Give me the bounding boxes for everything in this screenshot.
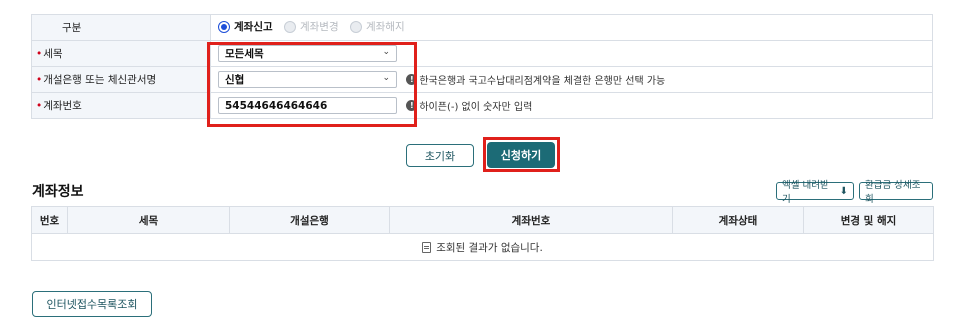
radio-unselected-icon <box>349 20 362 33</box>
column-header: 계좌번호 <box>389 206 673 234</box>
empty-row: 조회된 결과가 없습니다. <box>31 233 934 261</box>
excel-download-button[interactable]: 엑셀 내려받기 ⬇ <box>776 180 854 205</box>
account-label: 계좌번호 <box>43 100 82 112</box>
empty-message: 조회된 결과가 없습니다. <box>436 241 543 254</box>
account-header: •계좌번호 <box>31 92 211 119</box>
type-row: 구분 계좌신고 계좌변경 계좌해지 <box>31 14 933 41</box>
bank-label: 개설은행 또는 체신관서명 <box>43 74 157 86</box>
type-label: 구분 <box>31 14 211 41</box>
account-info-text: 하이픈(-) 없이 숫자만 입력 <box>419 102 533 113</box>
account-info-note: ! 하이픈(-) 없이 숫자만 입력 <box>406 98 532 113</box>
radio-account-cancel[interactable]: 계좌해지 <box>349 19 405 34</box>
refund-detail-button[interactable]: 환급금 상세조회 <box>859 180 933 205</box>
account-row: •계좌번호 54544646464646 ! 하이픈(-) 없이 숫자만 입력 <box>31 92 933 119</box>
bank-header: •개설은행 또는 체신관서명 <box>31 66 211 93</box>
column-header: 변경 및 해지 <box>803 206 934 234</box>
empty-cell: 조회된 결과가 없습니다. <box>31 233 934 261</box>
bank-info-text: 한국은행과 국고수납대리점계약을 체결한 은행만 선택 가능 <box>419 76 666 87</box>
bank-info-note: ! 한국은행과 국고수납대리점계약을 체결한 은행만 선택 가능 <box>406 72 665 87</box>
tax-item-label: 세목 <box>43 48 63 60</box>
type-radio-group: 계좌신고 계좌변경 계좌해지 <box>210 14 933 41</box>
radio-account-change-label: 계좌변경 <box>299 21 339 34</box>
tax-item-header: •세목 <box>31 40 211 67</box>
internet-receipt-list-button[interactable]: 인터넷접수목록조회 <box>32 291 152 317</box>
highlight-box-apply-button <box>483 137 560 172</box>
account-form-table: 구분 계좌신고 계좌변경 계좌해지 •세목 모든세목 ⌄ •개설은행 또는 체신… <box>31 14 933 119</box>
tax-item-row: •세목 모든세목 ⌄ <box>31 40 933 67</box>
document-icon <box>422 242 432 253</box>
column-header: 번호 <box>31 206 68 234</box>
radio-account-register-label: 계좌신고 <box>234 21 273 34</box>
column-header: 세목 <box>67 206 230 234</box>
radio-selected-icon <box>218 20 230 33</box>
bank-row: •개설은행 또는 체신관서명 신협 ⌄ ! 한국은행과 국고수납대리점계약을 체… <box>31 66 933 93</box>
download-icon: ⬇ <box>839 185 848 197</box>
column-header: 개설은행 <box>229 206 390 234</box>
radio-account-cancel-label: 계좌해지 <box>365 21 405 34</box>
excel-download-label: 엑셀 내려받기 <box>782 180 829 205</box>
radio-account-change[interactable]: 계좌변경 <box>283 19 339 34</box>
account-info-table: 번호 세목 개설은행 계좌번호 계좌상태 변경 및 해지 조회된 결과가 없습니… <box>31 206 934 261</box>
required-mark: • <box>36 48 43 60</box>
radio-unselected-icon <box>283 20 296 33</box>
highlight-box-form-fields <box>207 42 417 127</box>
table-header-row: 번호 세목 개설은행 계좌번호 계좌상태 변경 및 해지 <box>31 206 934 234</box>
account-info-title: 계좌정보 <box>32 184 84 200</box>
column-header: 계좌상태 <box>672 206 804 234</box>
required-mark: • <box>36 74 43 86</box>
reset-button[interactable]: 초기화 <box>406 144 474 167</box>
required-mark: • <box>36 100 43 112</box>
radio-account-register[interactable]: 계좌신고 <box>218 19 273 34</box>
